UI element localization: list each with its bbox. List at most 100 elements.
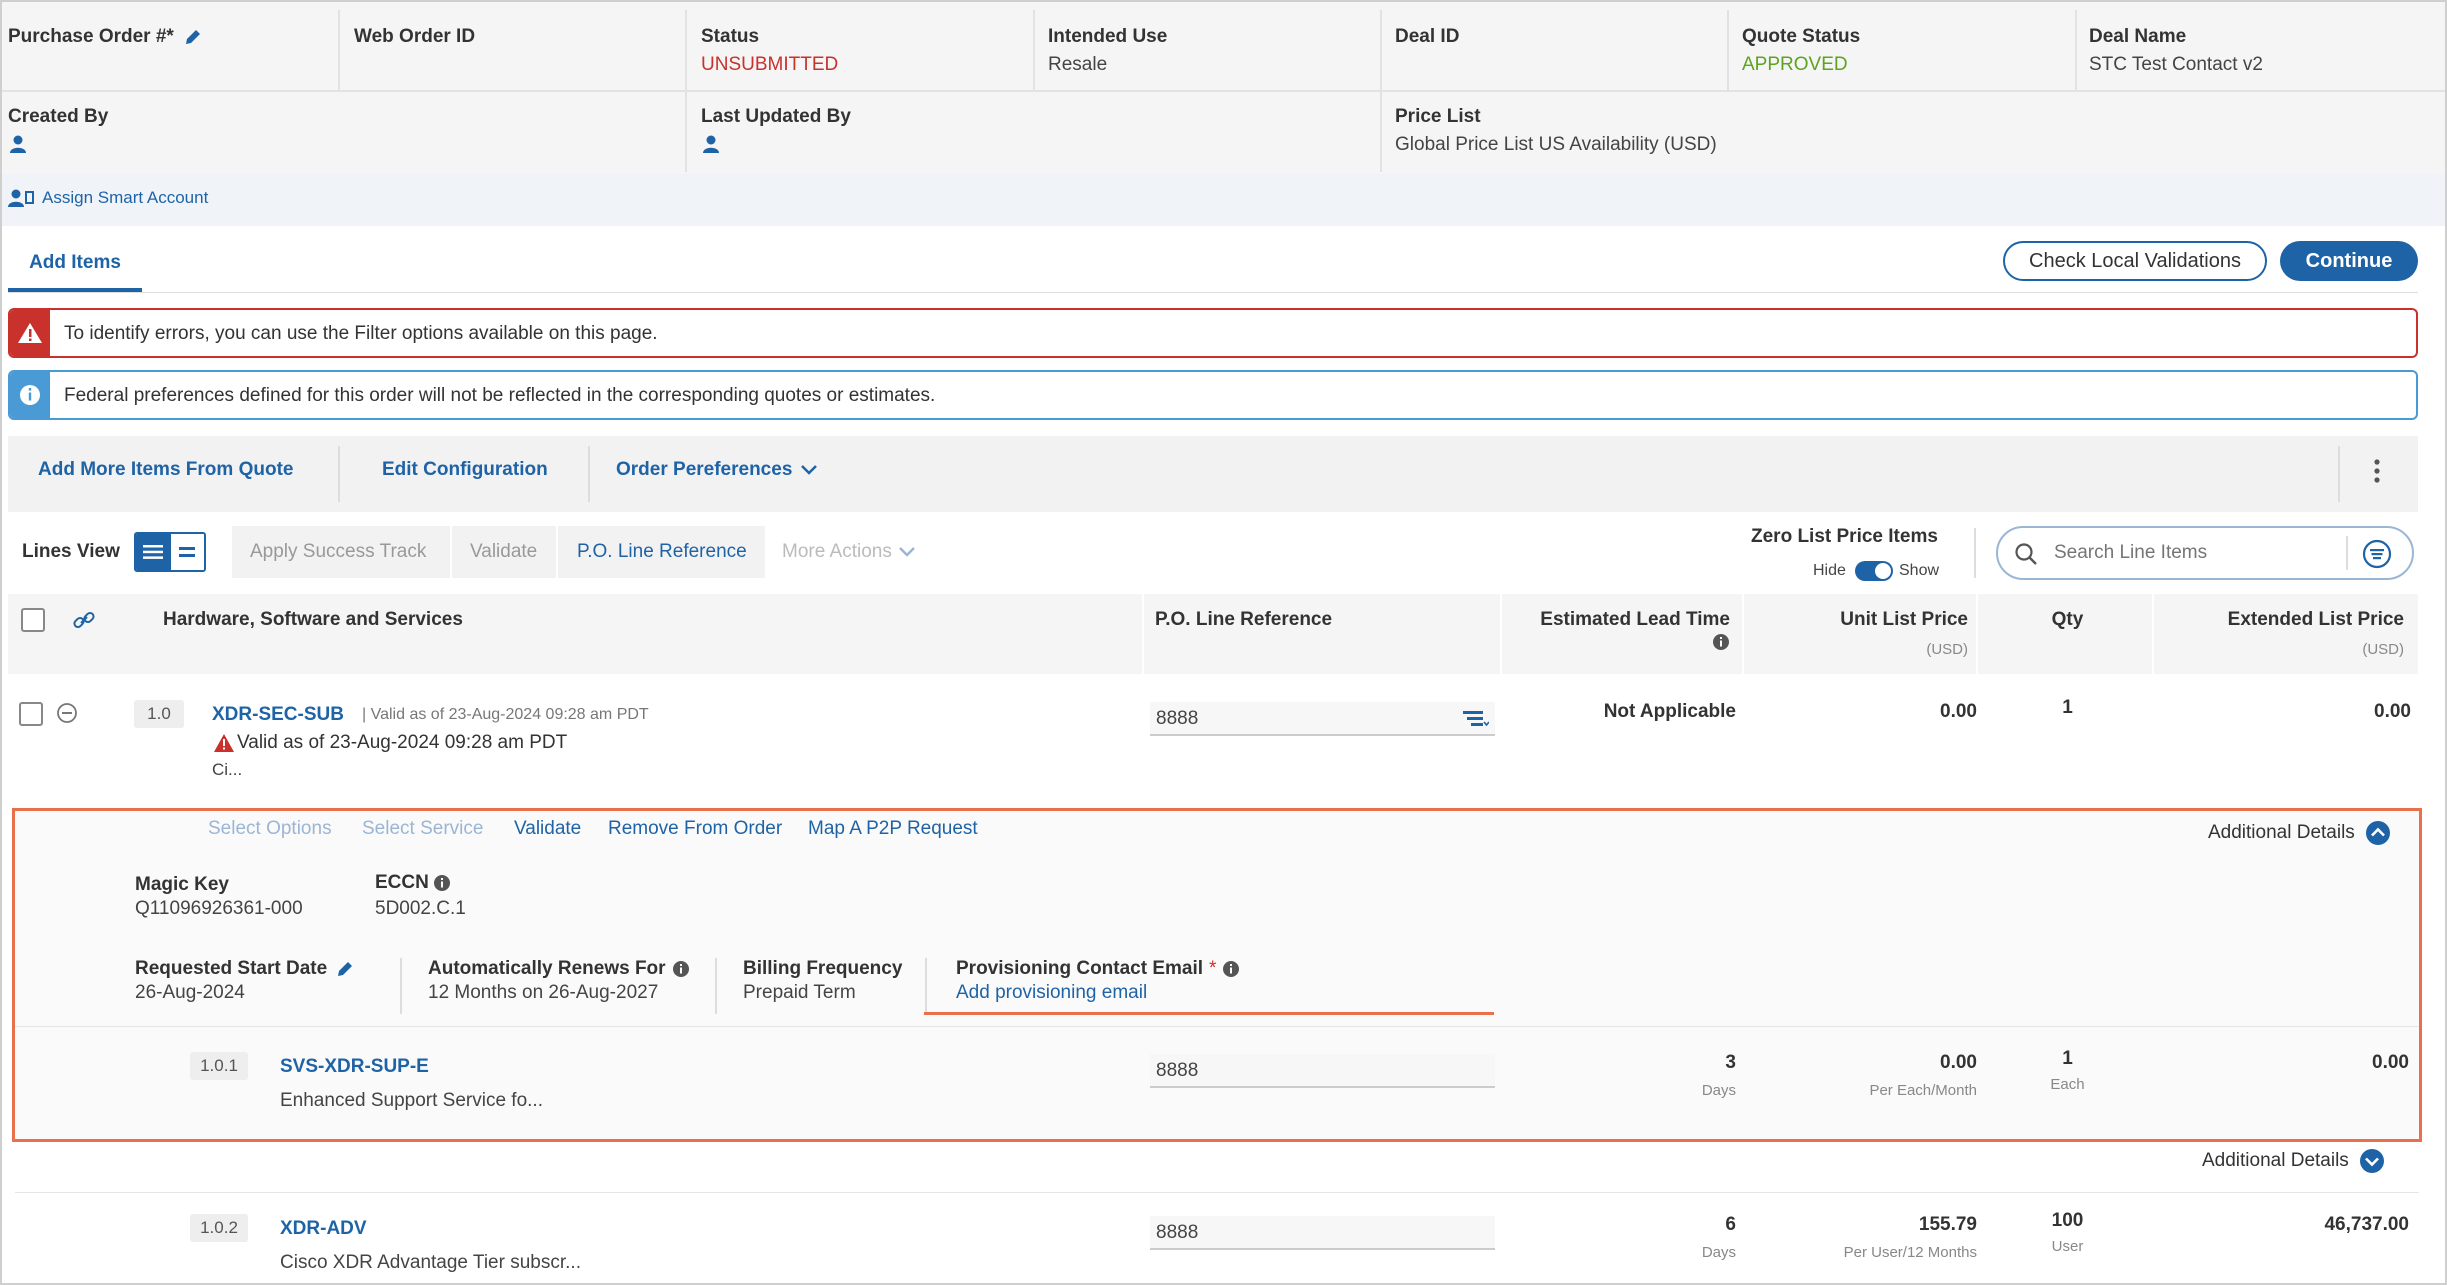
intended-use-value: Resale: [1048, 54, 1108, 75]
deal-name-value: STC Test Contact v2: [2089, 54, 2263, 75]
pencil-icon[interactable]: [335, 959, 355, 979]
show-label: Show: [1899, 562, 1940, 579]
list-view-icon[interactable]: [136, 534, 171, 570]
intended-use-label: Intended Use: [1048, 26, 1168, 47]
more-vertical-icon[interactable]: [2373, 458, 2381, 484]
search-line-items[interactable]: [1996, 526, 2414, 580]
line-sku-link[interactable]: XDR-SEC-SUB: [212, 704, 344, 726]
billing-frequency-label: Billing Frequency: [743, 958, 903, 979]
col-hardware-software: Hardware, Software and Services: [163, 609, 463, 630]
col-estimated-lead-time: Estimated Lead Time: [1500, 609, 1730, 657]
lead-time-value: 3 Days: [1701, 1052, 1736, 1099]
lines-view-toggle[interactable]: [134, 532, 206, 572]
user-icon: [701, 134, 721, 154]
price-list-label: Price List: [1395, 106, 1481, 127]
col-qty: Qty: [2051, 609, 2084, 630]
additional-details-toggle[interactable]: Additional Details: [2208, 820, 2391, 846]
error-alert-text: To identify errors, you can use the Filt…: [64, 323, 658, 344]
row-checkbox[interactable]: [19, 702, 43, 726]
status-value: UNSUBMITTED: [701, 54, 839, 75]
line-number: 1.0.1: [190, 1052, 248, 1080]
additional-details-toggle[interactable]: Additional Details: [2202, 1148, 2385, 1174]
po-line-reference-button[interactable]: P.O. Line Reference: [577, 541, 747, 563]
qty-value: 1: [2062, 697, 2073, 718]
continue-button[interactable]: Continue: [2280, 241, 2418, 281]
magic-key-value: Q11096926361-000: [135, 898, 303, 919]
edit-configuration-link[interactable]: Edit Configuration: [382, 459, 548, 481]
table-header: [8, 594, 2418, 674]
qty-value: 100 User: [2051, 1210, 2084, 1255]
chevron-down-icon: [2359, 1148, 2385, 1174]
col-po-line-reference: P.O. Line Reference: [1155, 609, 1333, 630]
assign-smart-account-bar: [2, 174, 2445, 226]
unit-price-value: 0.00 Per Each/Month: [1869, 1052, 1977, 1099]
add-more-items-link[interactable]: Add More Items From Quote: [38, 459, 293, 481]
filter-icon[interactable]: [2362, 539, 2392, 569]
info-icon[interactable]: [1222, 960, 1240, 978]
requested-start-label: Requested Start Date: [135, 958, 355, 980]
info-alert-text: Federal preferences defined for this ord…: [64, 385, 936, 406]
add-provisioning-email-link[interactable]: Add provisioning email: [956, 982, 1147, 1004]
last-updated-label: Last Updated By: [701, 106, 851, 127]
price-list-value: Global Price List US Availability (USD): [1395, 134, 1717, 155]
auto-renew-value: 12 Months on 26-Aug-2027: [428, 982, 659, 1003]
line-sku-link[interactable]: SVS-XDR-SUP-E: [280, 1056, 429, 1078]
col-unit-list-price: Unit List Price (USD): [1840, 609, 1968, 658]
purchase-order-label: Purchase Order #*: [8, 26, 203, 48]
check-local-validations-button[interactable]: Check Local Validations: [2003, 241, 2267, 281]
unit-price-value: 155.79 Per User/12 Months: [1843, 1214, 1977, 1261]
apply-success-track-button[interactable]: Apply Success Track: [250, 541, 426, 563]
unit-price-value: 0.00: [1940, 701, 1977, 722]
eccn-label: ECCN: [375, 872, 451, 894]
line-description: Cisco XDR Advantage Tier subscr...: [280, 1252, 581, 1273]
extended-price-value: 46,737.00: [2324, 1214, 2409, 1235]
compact-view-icon[interactable]: [170, 534, 204, 570]
deal-id-label: Deal ID: [1395, 26, 1460, 47]
user-icon: [8, 134, 28, 154]
link-icon[interactable]: [72, 608, 96, 632]
po-line-reference-input[interactable]: 8888: [1150, 1054, 1495, 1088]
zero-list-toggle[interactable]: [1855, 561, 1893, 581]
assign-smart-account-link[interactable]: Assign Smart Account: [8, 188, 208, 208]
collapse-icon[interactable]: [56, 702, 78, 724]
hide-label: Hide: [1813, 562, 1846, 579]
col-extended-list-price: Extended List Price (USD): [2227, 609, 2404, 658]
created-by-label: Created By: [8, 106, 109, 127]
info-icon[interactable]: [672, 960, 690, 978]
extended-price-value: 0.00: [2372, 1052, 2409, 1073]
warning-icon: [10, 310, 50, 356]
order-preferences-dropdown[interactable]: Order Pereferences: [616, 459, 818, 481]
provisioning-email-underline: [924, 1012, 1494, 1015]
provisioning-email-label: Provisioning Contact Email *: [956, 958, 1240, 980]
info-icon[interactable]: [433, 874, 451, 892]
chevron-up-icon: [2365, 820, 2391, 846]
info-icon[interactable]: [1712, 633, 1730, 651]
select-options-link[interactable]: Select Options: [208, 818, 332, 840]
validation-warning: Valid as of 23-Aug-2024 09:28 am PDT: [213, 732, 567, 754]
select-all-checkbox[interactable]: [21, 608, 45, 632]
requested-start-value: 26-Aug-2024: [135, 982, 245, 1003]
line-number: 1.0.2: [190, 1214, 248, 1242]
pencil-icon[interactable]: [183, 27, 203, 47]
po-line-reference-input[interactable]: 8888: [1150, 1216, 1495, 1250]
line-sku-link[interactable]: XDR-ADV: [280, 1218, 367, 1240]
valid-as-of-small: | Valid as of 23-Aug-2024 09:28 am PDT: [362, 706, 649, 723]
quote-status-label: Quote Status: [1742, 26, 1861, 47]
map-p2p-request-link[interactable]: Map A P2P Request: [808, 818, 978, 840]
validate-button[interactable]: Validate: [470, 541, 537, 563]
line-description: Ci...: [212, 760, 243, 779]
line-number: 1.0: [134, 700, 184, 728]
chevron-down-icon: [898, 546, 916, 558]
billing-frequency-value: Prepaid Term: [743, 982, 856, 1003]
tab-add-items[interactable]: Add Items: [8, 252, 142, 292]
account-icon: [8, 188, 34, 208]
lead-time-value: 6 Days: [1701, 1214, 1736, 1261]
deal-name-label: Deal Name: [2089, 26, 2187, 47]
more-actions-dropdown[interactable]: More Actions: [782, 541, 916, 563]
remove-from-order-link[interactable]: Remove From Order: [608, 818, 782, 840]
po-line-reference-input[interactable]: 8888: [1150, 702, 1495, 736]
select-service-link[interactable]: Select Service: [362, 818, 483, 840]
search-input[interactable]: [2054, 540, 2334, 566]
list-icon[interactable]: [1463, 710, 1489, 728]
validate-link[interactable]: Validate: [514, 818, 581, 840]
